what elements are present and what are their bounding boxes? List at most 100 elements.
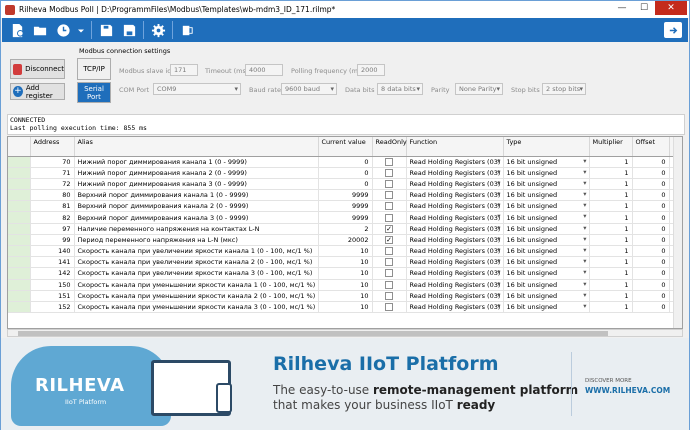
current-value-cell[interactable]: 9999 (318, 200, 373, 213)
readonly-checkbox[interactable] (372, 211, 407, 224)
address-cell[interactable]: 81 (30, 200, 75, 213)
disconnect-button[interactable]: Disconnect (10, 59, 65, 79)
address-cell[interactable]: 99 (30, 234, 75, 247)
address-cell[interactable]: 142 (30, 267, 75, 280)
dropdown-arrow-icon[interactable] (77, 21, 85, 39)
alias-cell[interactable]: Нижний порог диммирования канала 1 (0 - … (74, 156, 319, 168)
type-select[interactable]: 16 bit unsigned (503, 279, 590, 291)
address-cell[interactable]: 140 (30, 245, 75, 258)
function-select[interactable]: Read Holding Registers (03) (406, 256, 504, 269)
tcpip-button[interactable]: TCP/IP (77, 58, 111, 80)
vertical-scrollbar[interactable] (673, 137, 682, 328)
table-row[interactable]: 151 Скорость канала при уменьшении яркост… (8, 290, 682, 302)
checkbox[interactable] (385, 168, 393, 177)
alias-cell[interactable]: Верхний порог диммирования канала 2 (0 -… (74, 200, 319, 213)
checkbox[interactable] (385, 213, 393, 222)
current-value-cell[interactable]: 2 (318, 223, 373, 235)
column-header[interactable]: Current value (318, 137, 373, 157)
readonly-checkbox[interactable] (372, 256, 407, 269)
multiplier-cell[interactable]: 1 (589, 301, 633, 314)
offset-cell[interactable]: 0 (632, 156, 670, 168)
current-value-cell[interactable]: 10 (318, 267, 373, 280)
table-row[interactable]: 99 Период переменного напряжения на L-N (… (8, 234, 682, 247)
multiplier-cell[interactable]: 1 (589, 167, 633, 179)
offset-cell[interactable]: 0 (632, 211, 670, 224)
checkbox[interactable] (385, 291, 393, 300)
com-port-select[interactable]: COM9 (153, 83, 241, 95)
table-row[interactable]: 152 Скорость канала при уменьшении яркост… (8, 301, 682, 314)
offset-cell[interactable]: 0 (632, 167, 670, 179)
table-row[interactable]: 80 Верхний порог диммирования канала 1 (0… (8, 189, 682, 202)
readonly-checkbox[interactable] (372, 279, 407, 291)
address-cell[interactable]: 72 (30, 178, 75, 191)
alias-cell[interactable]: Верхний порог диммирования канала 3 (0 -… (74, 211, 319, 224)
current-value-cell[interactable]: 0 (318, 167, 373, 179)
alias-cell[interactable]: Нижний порог диммирования канала 3 (0 - … (74, 178, 319, 191)
column-header[interactable]: Alias (74, 137, 319, 157)
slave-id-field[interactable]: 171 (170, 64, 198, 76)
multiplier-cell[interactable]: 1 (589, 200, 633, 213)
table-row[interactable]: 97 Наличие переменного напряжения на конт… (8, 223, 682, 235)
address-cell[interactable]: 80 (30, 189, 75, 202)
multiplier-cell[interactable]: 1 (589, 189, 633, 202)
offset-cell[interactable]: 0 (632, 267, 670, 280)
multiplier-cell[interactable]: 1 (589, 234, 633, 247)
alias-cell[interactable]: Скорость канала при увеличении яркости к… (74, 245, 319, 258)
column-header[interactable]: Address (30, 137, 75, 157)
polling-field[interactable]: 2000 (357, 64, 385, 76)
table-row[interactable]: 81 Верхний порог диммирования канала 2 (0… (8, 200, 682, 213)
readonly-checkbox[interactable] (372, 189, 407, 202)
readonly-checkbox[interactable]: ✓ (372, 234, 407, 247)
checkbox[interactable] (385, 191, 393, 200)
multiplier-cell[interactable]: 1 (589, 256, 633, 269)
column-header[interactable]: Function (406, 137, 504, 157)
alias-cell[interactable]: Скорость канала при увеличении яркости к… (74, 267, 319, 280)
function-select[interactable]: Read Holding Registers (03) (406, 223, 504, 235)
banner-url-link[interactable]: WWW.RILHEVA.COM (585, 386, 670, 395)
readonly-checkbox[interactable] (372, 267, 407, 280)
ad-banner[interactable]: RILHEVA IIoT Platform Rilheva IIoT Platf… (1, 338, 689, 430)
address-cell[interactable]: 152 (30, 301, 75, 314)
alias-cell[interactable]: Наличие переменного напряжения на контак… (74, 223, 319, 235)
readonly-checkbox[interactable] (372, 290, 407, 302)
checkbox[interactable] (385, 179, 393, 188)
alias-cell[interactable]: Период переменного напряжения на L-N (мк… (74, 234, 319, 247)
add-register-button[interactable]: + Add register (10, 83, 65, 100)
table-row[interactable]: 141 Скорость канала при увеличении яркост… (8, 256, 682, 269)
type-select[interactable]: 16 bit unsigned (503, 156, 590, 168)
alias-cell[interactable]: Скорость канала при уменьшении яркости к… (74, 301, 319, 314)
close-button[interactable]: ✕ (655, 1, 687, 15)
save-icon[interactable] (97, 21, 115, 39)
column-header[interactable]: Type (503, 137, 590, 157)
checkbox[interactable] (385, 280, 393, 289)
scrollbar-thumb[interactable] (18, 331, 608, 336)
address-cell[interactable]: 82 (30, 211, 75, 224)
function-select[interactable]: Read Holding Registers (03) (406, 200, 504, 213)
readonly-checkbox[interactable] (372, 178, 407, 191)
column-header[interactable]: Multiplier (589, 137, 633, 157)
address-cell[interactable]: 141 (30, 256, 75, 269)
multiplier-cell[interactable]: 1 (589, 267, 633, 280)
function-select[interactable]: Read Holding Registers (03) (406, 156, 504, 168)
save-as-icon[interactable] (120, 21, 138, 39)
offset-cell[interactable]: 0 (632, 290, 670, 302)
function-select[interactable]: Read Holding Registers (03) (406, 245, 504, 258)
baud-rate-select[interactable]: 9600 baud (281, 83, 337, 95)
current-value-cell[interactable]: 9999 (318, 211, 373, 224)
current-value-cell[interactable]: 10 (318, 279, 373, 291)
checkbox[interactable] (385, 157, 393, 166)
current-value-cell[interactable]: 10 (318, 290, 373, 302)
checkbox[interactable]: ✓ (385, 235, 393, 244)
function-select[interactable]: Read Holding Registers (03) (406, 211, 504, 224)
address-cell[interactable]: 70 (30, 156, 75, 168)
table-row[interactable]: 70 Нижний порог диммирования канала 1 (0 … (8, 156, 682, 168)
function-select[interactable]: Read Holding Registers (03) (406, 290, 504, 302)
multiplier-cell[interactable]: 1 (589, 156, 633, 168)
table-row[interactable]: 72 Нижний порог диммирования канала 3 (0 … (8, 178, 682, 191)
offset-cell[interactable]: 0 (632, 245, 670, 258)
readonly-checkbox[interactable] (372, 245, 407, 258)
function-select[interactable]: Read Holding Registers (03) (406, 267, 504, 280)
checkbox[interactable] (385, 269, 393, 278)
maximize-button[interactable]: ☐ (633, 1, 655, 15)
column-header[interactable]: ReadOnly (372, 137, 407, 157)
